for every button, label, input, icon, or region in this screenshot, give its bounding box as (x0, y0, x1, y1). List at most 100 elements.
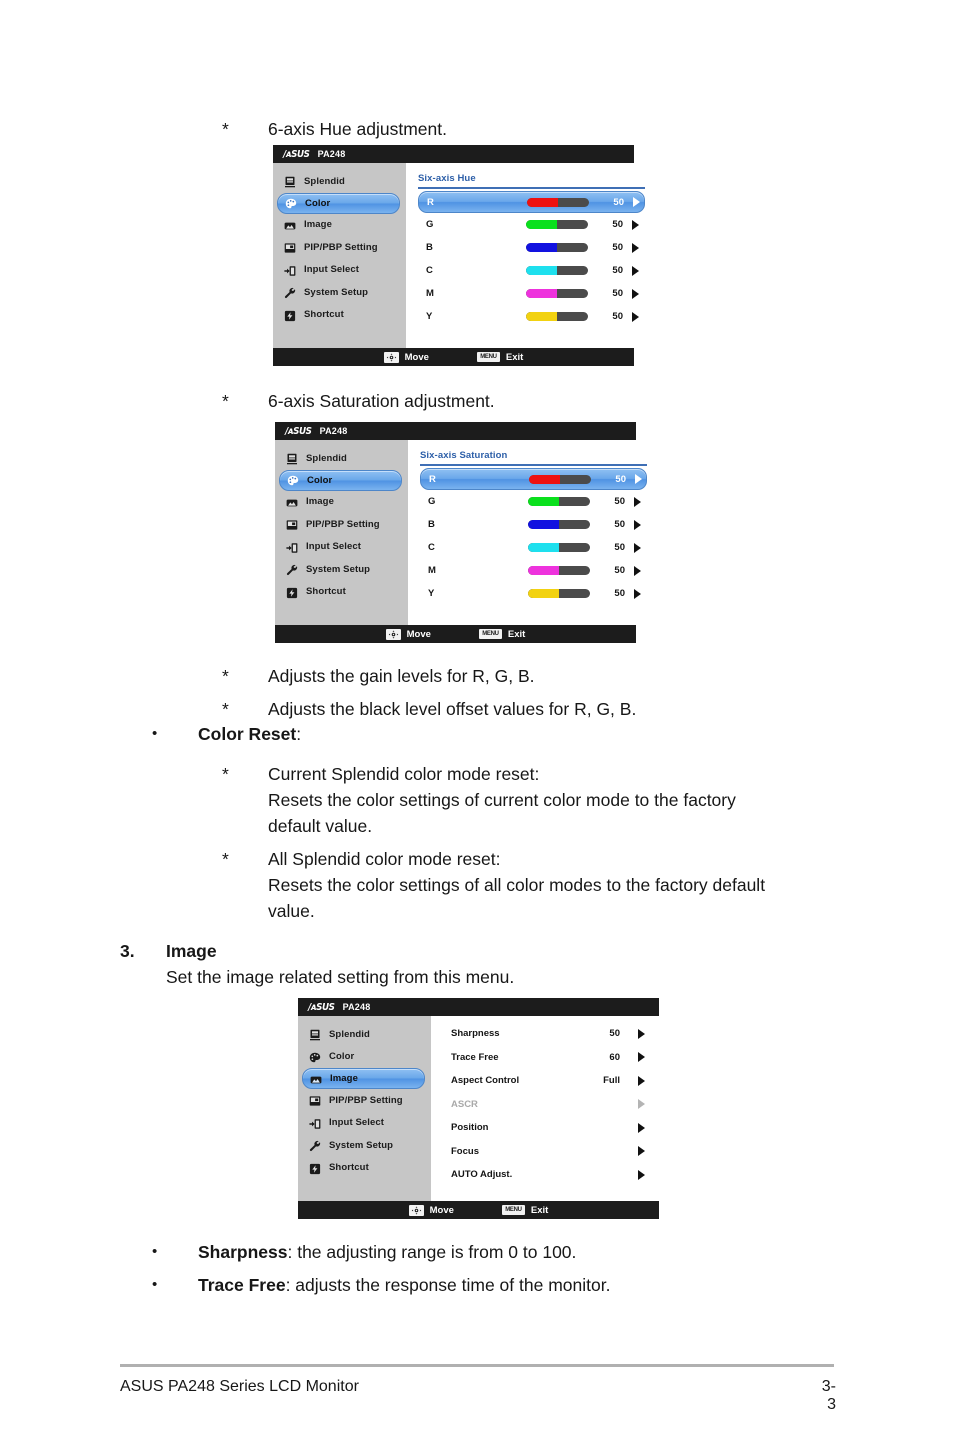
slider-track[interactable] (526, 312, 588, 321)
slider-track[interactable] (528, 520, 590, 529)
bullet-dot: • (152, 1276, 158, 1293)
osd-option-auto-adjust[interactable]: AUTO Adjust. (443, 1163, 649, 1187)
sidebar-item-color[interactable]: Color (277, 192, 400, 214)
footer-document-title: ASUS PA248 Series LCD Monitor (120, 1378, 359, 1395)
slider-track[interactable] (528, 566, 590, 575)
osd-row-r[interactable]: R 50 (418, 191, 645, 213)
sidebar-item-image[interactable]: Image (275, 491, 408, 514)
osd-title-bar: /ᴀSUS PA248 (298, 998, 659, 1016)
sidebar-item-pip-pbp-setting[interactable]: PIP/PBP Setting (273, 236, 406, 259)
sidebar-item-splendid[interactable]: Splendid (298, 1023, 431, 1046)
channel-label: R (429, 473, 436, 485)
option-value: 50 (609, 1028, 620, 1040)
monitor-model-label: PA248 (342, 1002, 371, 1012)
footer-move-group[interactable]: Move (385, 628, 431, 640)
osd-row-g[interactable]: G 50 (420, 490, 647, 513)
asus-logo: /ᴀSUS (283, 148, 310, 160)
sidebar-item-pip-pbp-setting[interactable]: PIP/PBP Setting (298, 1089, 431, 1112)
slider-value: 50 (614, 588, 625, 599)
osd-row-r[interactable]: R 50 (420, 468, 647, 490)
all-reset-line1: All Splendid color mode reset: (268, 849, 501, 869)
slider-value: 50 (614, 542, 625, 553)
pip-pbp-icon (284, 241, 296, 253)
footer-move-label: Move (404, 351, 429, 363)
sidebar-item-image[interactable]: Image (273, 214, 406, 237)
slider-track[interactable] (527, 197, 589, 207)
pip-pbp-icon (309, 1094, 321, 1106)
osd-row-b[interactable]: B 50 (418, 236, 645, 259)
wrench-icon (309, 1139, 321, 1152)
sidebar-item-splendid[interactable]: Splendid (275, 447, 408, 470)
input-select-icon (309, 1117, 321, 1129)
osd-row-c[interactable]: C 50 (418, 259, 645, 282)
osd-row-m[interactable]: M 50 (418, 282, 645, 305)
osd-option-position[interactable]: Position (443, 1116, 649, 1140)
chevron-right-icon (632, 265, 639, 276)
chevron-right-icon (638, 1075, 645, 1086)
osd-row-y[interactable]: Y 50 (420, 582, 647, 605)
slider-track[interactable] (526, 243, 588, 252)
slider-track[interactable] (528, 543, 590, 552)
sidebar-item-system-setup[interactable]: System Setup (275, 558, 408, 581)
slider-track[interactable] (526, 220, 588, 229)
osd-option-aspect-control[interactable]: Aspect Control Full (443, 1069, 649, 1093)
sidebar-item-image[interactable]: Image (302, 1068, 425, 1089)
chevron-right-icon (634, 565, 641, 576)
footer-move-group[interactable]: Move (408, 1204, 454, 1216)
sidebar-item-input-select[interactable]: Input Select (298, 1112, 431, 1135)
asus-logo: /ᴀSUS (285, 425, 312, 437)
sidebar-item-input-select[interactable]: Input Select (273, 259, 406, 282)
footer-exit-group[interactable]: MENU Exit (476, 351, 524, 363)
slider-track[interactable] (526, 289, 588, 298)
slider-value: 50 (612, 288, 623, 299)
slider-track[interactable] (528, 589, 590, 598)
osd-row-m[interactable]: M 50 (420, 559, 647, 582)
osd-row-y[interactable]: Y 50 (418, 305, 645, 328)
splendid-icon (284, 175, 296, 188)
sidebar-item-shortcut[interactable]: Shortcut (273, 304, 406, 327)
footer-exit-group[interactable]: MENU Exit (501, 1205, 548, 1216)
chevron-right-icon (634, 519, 641, 530)
slider-track[interactable] (529, 474, 591, 484)
note-saturation-text: 6-axis Saturation adjustment. (268, 391, 495, 411)
osd-row-c[interactable]: C 50 (420, 536, 647, 559)
current-reset-line2: Resets the color settings of current col… (268, 790, 736, 810)
osd-option-sharpness[interactable]: Sharpness 50 (443, 1022, 649, 1046)
sidebar-item-pip-pbp-setting[interactable]: PIP/PBP Setting (275, 513, 408, 536)
bullet-trace-free: • Trace Free: adjusts the response time … (152, 1272, 852, 1298)
osd-footer-bar: Move MENU Exit (275, 625, 636, 643)
sidebar-item-splendid[interactable]: Splendid (273, 170, 406, 193)
sidebar-item-color[interactable]: Color (279, 469, 402, 491)
footer-move-group[interactable]: Move (383, 351, 429, 363)
sidebar-item-shortcut[interactable]: Shortcut (275, 581, 408, 604)
osd-row-b[interactable]: B 50 (420, 513, 647, 536)
sidebar-label: Shortcut (304, 309, 344, 321)
osd-row-g[interactable]: G 50 (418, 213, 645, 236)
sidebar-item-system-setup[interactable]: System Setup (273, 281, 406, 304)
option-label: Trace Free (451, 1051, 499, 1063)
channel-label: R (427, 196, 434, 208)
osd-title-bar: /ᴀSUS PA248 (275, 422, 636, 440)
image-icon (310, 1073, 322, 1085)
sidebar-item-color[interactable]: Color (298, 1046, 431, 1069)
splendid-icon (286, 452, 298, 465)
osd-window-image: /ᴀSUS PA248 Splendid Color Image PIP/PBP… (298, 998, 659, 1219)
sidebar-item-input-select[interactable]: Input Select (275, 536, 408, 559)
osd-option-focus[interactable]: Focus (443, 1140, 649, 1164)
footer-exit-label: Exit (505, 351, 524, 363)
wrench-icon (286, 563, 298, 576)
sidebar-label: Image (304, 219, 332, 231)
osd-option-trace-free[interactable]: Trace Free 60 (443, 1046, 649, 1070)
sidebar-item-shortcut[interactable]: Shortcut (298, 1157, 431, 1180)
chevron-right-icon (632, 219, 639, 230)
slider-track[interactable] (528, 497, 590, 506)
chevron-right-icon (633, 197, 640, 207)
image-icon (284, 219, 296, 231)
sidebar-label: Shortcut (329, 1162, 369, 1174)
slider-value: 50 (614, 565, 625, 576)
osd-sidebar: Splendid Color Image PIP/PBP Setting Inp… (273, 163, 406, 348)
option-label: Sharpness (451, 1028, 500, 1040)
footer-exit-group[interactable]: MENU Exit (478, 629, 525, 640)
slider-track[interactable] (526, 266, 588, 275)
sidebar-item-system-setup[interactable]: System Setup (298, 1134, 431, 1157)
